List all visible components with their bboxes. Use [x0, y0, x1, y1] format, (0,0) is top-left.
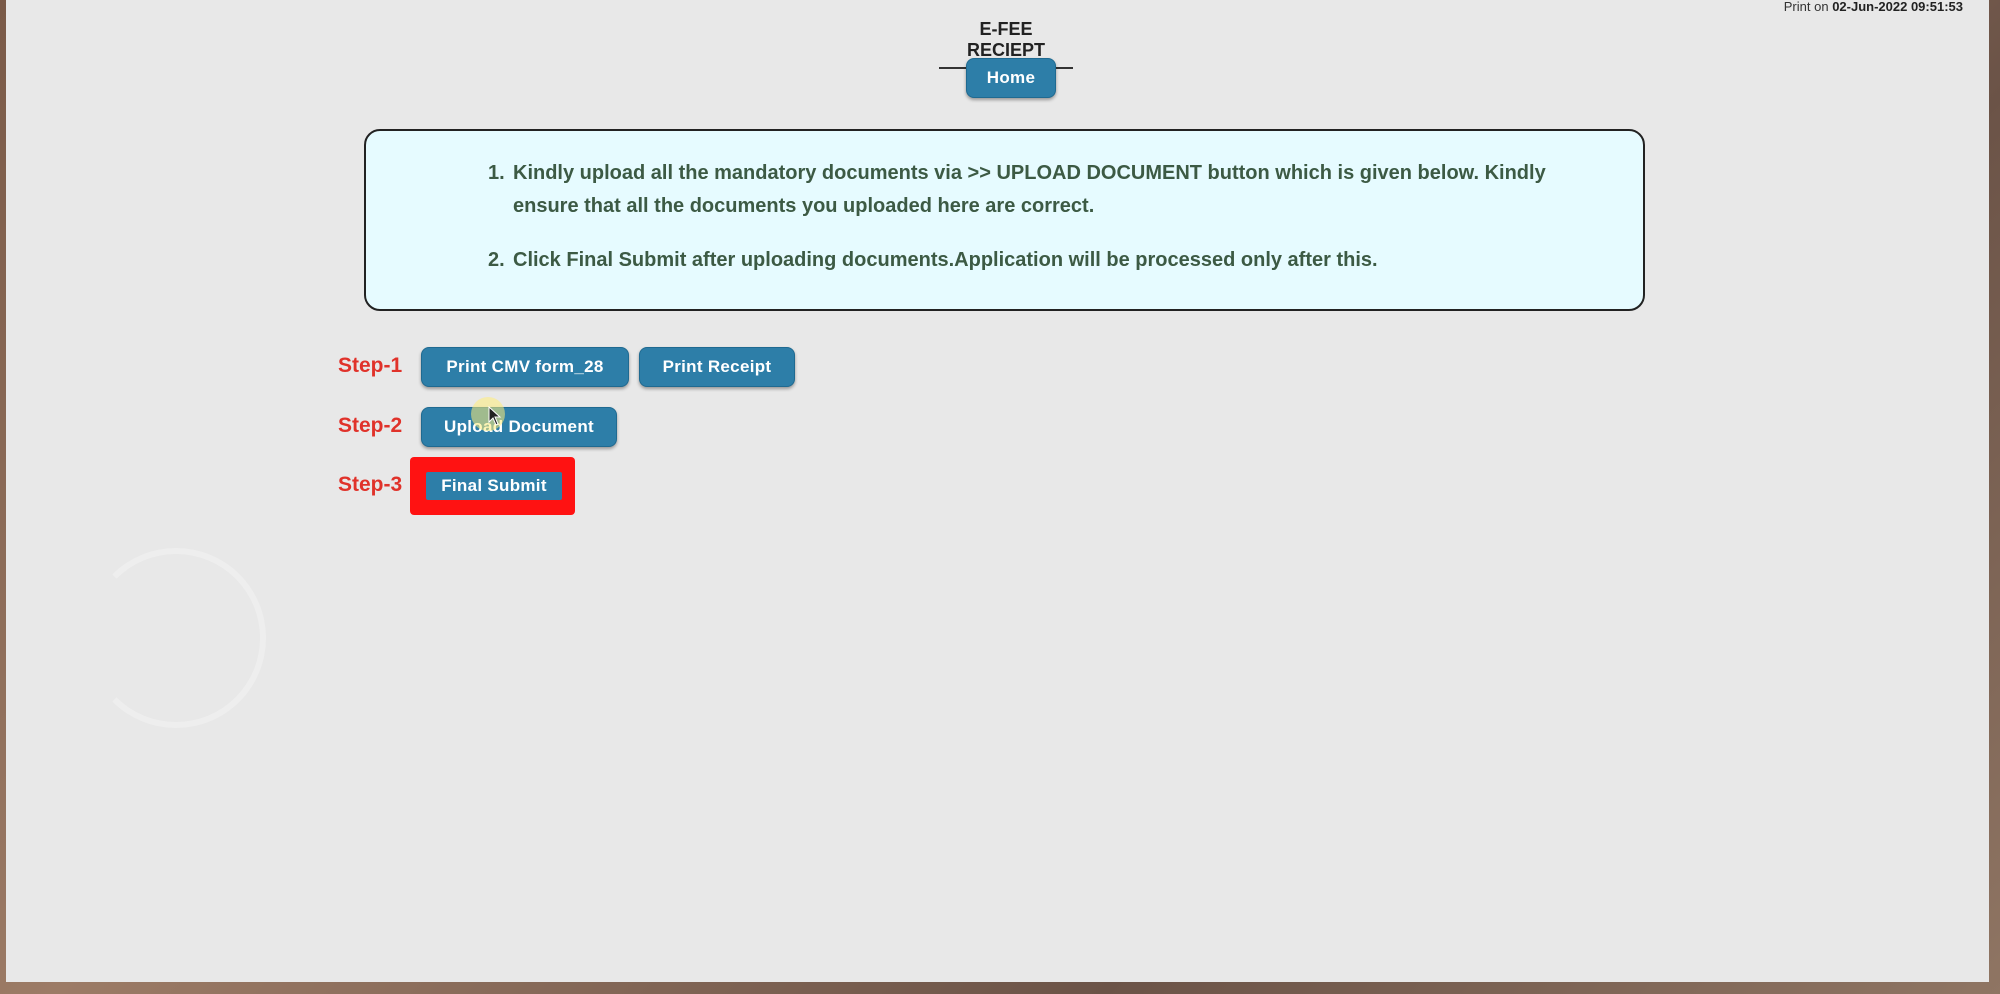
print-timestamp: Print on 02-Jun-2022 09:51:53	[1784, 0, 1963, 14]
page-container: Print on 02-Jun-2022 09:51:53 E-FEE RECI…	[6, 0, 1989, 982]
instruction-number: 1.	[488, 162, 505, 184]
instruction-text: Kindly upload all the mandatory document…	[513, 162, 1546, 217]
instruction-item: 1. Kindly upload all the mandatory docum…	[488, 157, 1593, 223]
instructions-box: 1. Kindly upload all the mandatory docum…	[364, 129, 1645, 311]
print-cmv-form-button[interactable]: Print CMV form_28	[421, 347, 629, 387]
instruction-item: 2. Click Final Submit after uploading do…	[488, 244, 1593, 277]
step-3-label: Step-3	[338, 473, 403, 496]
print-stamp-prefix: Print on	[1783, 0, 1829, 14]
instruction-text: Click Final Submit after uploading docum…	[513, 249, 1378, 271]
print-receipt-button[interactable]: Print Receipt	[639, 347, 795, 387]
final-submit-button[interactable]: Final Submit	[426, 472, 562, 500]
home-button[interactable]: Home	[966, 58, 1056, 98]
step-2-label: Step-2	[338, 414, 403, 437]
step-1-label: Step-1	[338, 354, 403, 377]
instructions-list: 1. Kindly upload all the mandatory docum…	[488, 157, 1593, 277]
print-stamp-datetime: 02-Jun-2022 09:51:53	[1832, 0, 1963, 14]
instruction-number: 2.	[488, 249, 505, 271]
upload-document-button[interactable]: Upload Document	[421, 407, 617, 447]
mouse-pointer-icon	[488, 406, 502, 426]
loading-spinner-icon	[86, 548, 266, 728]
